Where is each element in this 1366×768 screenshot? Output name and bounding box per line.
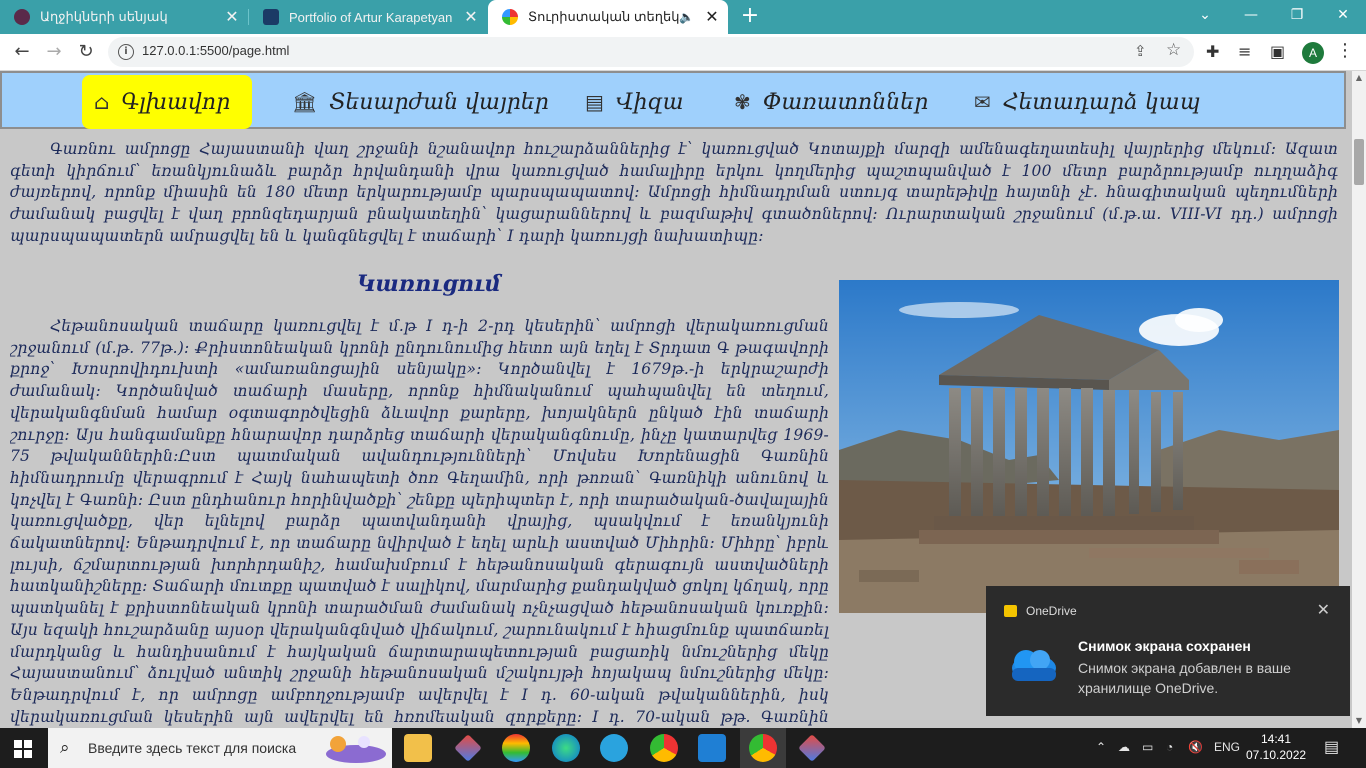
tab-portfolio[interactable]: Portfolio of Artur Karapetyan ✕ bbox=[249, 0, 487, 34]
browser-toolbar: ← → ↻ i 127.0.0.1:5500/page.html ⇪ ☆ ✚ ≡… bbox=[0, 34, 1366, 71]
chevron-up-icon[interactable]: ⌃ bbox=[1096, 740, 1106, 754]
clock-date: 07.10.2022 bbox=[1246, 748, 1307, 762]
close-icon[interactable]: ✕ bbox=[461, 7, 481, 27]
home-icon: ⌂ bbox=[94, 90, 110, 114]
page-scrollbar[interactable]: ▲ ▼ bbox=[1352, 71, 1366, 728]
tab-title: Աղջիկների սենյակ bbox=[40, 9, 168, 24]
browser-menu-icon[interactable]: ⋮ bbox=[1336, 40, 1354, 61]
nav-visa[interactable]: ▤ Վիզա bbox=[585, 75, 684, 129]
nav-home[interactable]: ⌂ Գլխավոր bbox=[82, 75, 253, 129]
armenia-flag-favicon-icon bbox=[502, 9, 518, 25]
nav-label: Փառատոններ bbox=[762, 89, 929, 115]
new-tab-button[interactable]: + bbox=[738, 5, 762, 29]
scroll-down-icon[interactable]: ▼ bbox=[1352, 714, 1366, 728]
portfolio-favicon-icon bbox=[263, 9, 279, 25]
tab-search-icon[interactable]: ⌄ bbox=[1182, 0, 1228, 30]
scroll-up-icon[interactable]: ▲ bbox=[1352, 71, 1366, 85]
nav-label: Հետադարձ կապ bbox=[1002, 89, 1201, 115]
taskbar-search-box[interactable]: ⌕ Введите здесь текст для поиска bbox=[48, 728, 392, 768]
media-control-icon[interactable]: ≡ bbox=[1238, 42, 1251, 61]
onedrive-app-icon bbox=[1004, 605, 1017, 617]
nav-label: Գլխավոր bbox=[121, 89, 231, 115]
telegram-icon[interactable] bbox=[600, 734, 628, 762]
search-highlight-art-icon bbox=[326, 736, 386, 763]
close-icon[interactable]: ✕ bbox=[222, 7, 242, 27]
share-icon[interactable]: ⇪ bbox=[1134, 42, 1147, 60]
windows-taskbar: ⌕ Введите здесь текст для поиска ⌃ ☁ ▭ ◔… bbox=[0, 728, 1366, 768]
windows-start-icon[interactable] bbox=[14, 740, 32, 758]
intro-paragraph: Գառնու ամրոցը Հայաստանի վաղ շրջանի նշանա… bbox=[10, 139, 1338, 263]
vscode-icon[interactable] bbox=[698, 734, 726, 762]
edge-browser-icon[interactable] bbox=[552, 734, 580, 762]
audio-playing-icon[interactable]: 🔈 bbox=[679, 10, 694, 24]
visa-icon: ▤ bbox=[585, 90, 604, 114]
address-bar[interactable]: i 127.0.0.1:5500/page.html ⇪ ☆ bbox=[108, 37, 1194, 67]
extensions-icon[interactable]: ✚ bbox=[1206, 42, 1219, 61]
onedrive-cloud-icon bbox=[1012, 650, 1056, 681]
file-explorer-icon[interactable] bbox=[404, 734, 432, 762]
battery-icon[interactable]: ▭ bbox=[1142, 740, 1153, 754]
site-info-icon[interactable]: i bbox=[118, 44, 134, 60]
notifications-icon[interactable]: ▤ bbox=[1324, 737, 1339, 757]
tab-title: Տուրիստական տեղեկատու bbox=[528, 9, 680, 24]
taskbar-clock[interactable]: 14:41 07.10.2022 bbox=[1246, 731, 1306, 763]
landmark-icon: 🏛 bbox=[292, 90, 318, 114]
history-paragraph: Հեթանոսական տաճարը կառուցվել է մ.թ I դ-ի… bbox=[10, 316, 829, 728]
contact-icon: ✉ bbox=[974, 90, 991, 114]
onedrive-notification[interactable]: OneDrive ✕ Снимок экрана сохранен Снимок… bbox=[986, 586, 1350, 716]
onedrive-tray-icon[interactable]: ☁ bbox=[1118, 740, 1130, 754]
intro-text: Գառնու ամրոցը Հայաստանի վաղ շրջանի նշանա… bbox=[10, 140, 1338, 245]
git-tool-icon[interactable] bbox=[454, 734, 482, 762]
pride-app-icon[interactable] bbox=[502, 734, 530, 762]
side-panel-icon[interactable]: ▣ bbox=[1270, 42, 1285, 61]
volume-muted-icon[interactable]: 🔇 bbox=[1188, 740, 1203, 754]
bookmark-star-icon[interactable]: ☆ bbox=[1166, 40, 1181, 60]
nav-sights[interactable]: 🏛 Տեսարժան վայրեր bbox=[292, 75, 549, 129]
close-icon[interactable]: ✕ bbox=[1317, 600, 1330, 620]
reload-button[interactable]: ↻ bbox=[74, 40, 98, 64]
window-close-button[interactable]: ✕ bbox=[1320, 0, 1366, 30]
notification-heading: Снимок экрана сохранен bbox=[1078, 638, 1251, 654]
restore-button[interactable]: ❐ bbox=[1274, 0, 1320, 30]
tab-tourist-guide[interactable]: Տուրիստական տեղեկատու 🔈 ✕ bbox=[488, 0, 728, 34]
chrome-profile-icon[interactable] bbox=[749, 734, 777, 762]
close-icon[interactable]: ✕ bbox=[702, 7, 722, 27]
site-navigation: ⌂ Գլխավոր 🏛 Տեսարժան վայրեր ▤ Վիզա ✾ Փառ… bbox=[0, 71, 1346, 129]
scroll-thumb[interactable] bbox=[1354, 139, 1364, 185]
notification-app-name: OneDrive bbox=[1026, 604, 1077, 618]
url-text[interactable]: 127.0.0.1:5500/page.html bbox=[142, 43, 289, 58]
tab-title: Portfolio of Artur Karapetyan bbox=[289, 9, 453, 25]
nav-contact[interactable]: ✉ Հետադարձ կապ bbox=[974, 75, 1200, 129]
language-indicator[interactable]: ENG bbox=[1214, 740, 1240, 754]
profile-avatar[interactable]: A bbox=[1302, 42, 1324, 64]
nav-festivals[interactable]: ✾ Փառատոններ bbox=[734, 75, 928, 129]
nav-label: Վիզա bbox=[615, 89, 684, 115]
minimize-button[interactable]: — bbox=[1228, 0, 1274, 30]
tab-girls-room[interactable]: Աղջիկների սենյակ ✕ bbox=[0, 0, 248, 34]
site-favicon-icon bbox=[14, 9, 30, 25]
git-tool-2-icon[interactable] bbox=[798, 734, 826, 762]
search-placeholder: Введите здесь текст для поиска bbox=[88, 740, 297, 756]
history-text: Հեթանոսական տաճարը կառուցվել է մ.թ I դ-ի… bbox=[10, 317, 829, 726]
forward-button[interactable]: → bbox=[42, 40, 66, 64]
clock-time: 14:41 bbox=[1260, 732, 1292, 746]
garni-temple-image bbox=[839, 280, 1339, 613]
nav-label: Տեսարժան վայրեր bbox=[329, 89, 549, 115]
search-icon: ⌕ bbox=[60, 738, 70, 758]
notification-body: Снимок экрана добавлен в ваше хранилище … bbox=[1078, 660, 1291, 696]
section-title: Կառուցում bbox=[357, 271, 501, 297]
wifi-icon[interactable]: ◔ bbox=[1166, 740, 1173, 754]
browser-tab-strip: Աղջիկների սենյակ ✕ Portfolio of Artur Ka… bbox=[0, 0, 1366, 34]
chrome-icon[interactable] bbox=[650, 734, 678, 762]
festival-icon: ✾ bbox=[734, 90, 751, 114]
back-button[interactable]: ← bbox=[10, 40, 34, 64]
